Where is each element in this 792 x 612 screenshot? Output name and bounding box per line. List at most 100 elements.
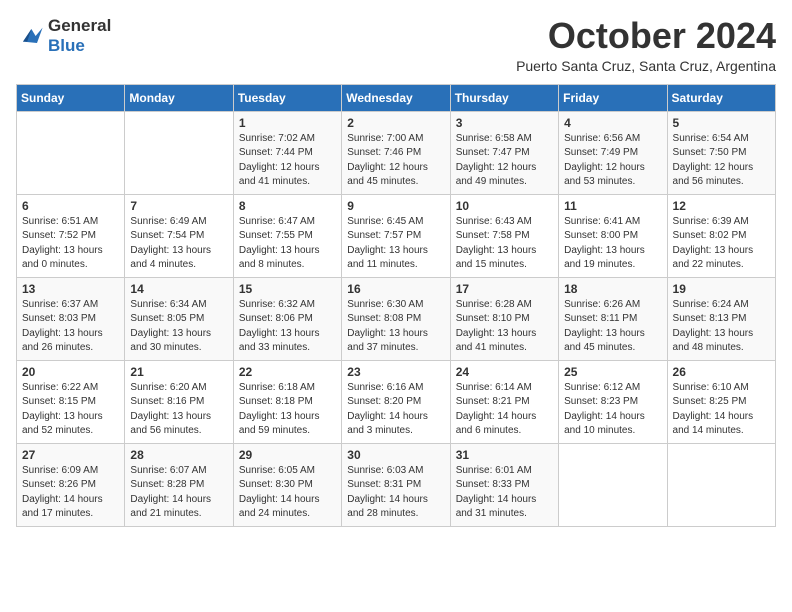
day-number: 12: [673, 199, 770, 213]
calendar-cell: 12Sunrise: 6:39 AM Sunset: 8:02 PM Dayli…: [667, 194, 775, 277]
calendar-cell: 2 Sunrise: 7:00 AM Sunset: 7:46 PM Daylig…: [342, 111, 450, 194]
day-number: 2: [347, 116, 444, 130]
day-info: Sunrise: 6:09 AM Sunset: 8:26 PM Dayligh…: [22, 464, 119, 522]
day-number: 4: [564, 116, 661, 130]
day-number: 23: [347, 365, 444, 379]
day-info: Sunrise: 7:00 AM Sunset: 7:46 PM Dayligh…: [347, 132, 444, 190]
calendar-cell: 6Sunrise: 6:51 AM Sunset: 7:52 PM Daylig…: [17, 194, 125, 277]
day-info: Sunrise: 6:37 AM Sunset: 8:03 PM Dayligh…: [22, 298, 119, 356]
day-number: 17: [456, 282, 553, 296]
day-number: 22: [239, 365, 336, 379]
day-info: Sunrise: 6:22 AM Sunset: 8:15 PM Dayligh…: [22, 381, 119, 439]
day-info: Sunrise: 6:10 AM Sunset: 8:25 PM Dayligh…: [673, 381, 770, 439]
weekday-header-sunday: Sunday: [17, 84, 125, 111]
day-number: 24: [456, 365, 553, 379]
day-info: Sunrise: 6:18 AM Sunset: 8:18 PM Dayligh…: [239, 381, 336, 439]
day-info: Sunrise: 6:58 AM Sunset: 7:47 PM Dayligh…: [456, 132, 553, 190]
day-info: Sunrise: 6:51 AM Sunset: 7:52 PM Dayligh…: [22, 215, 119, 273]
calendar-cell: 18 Sunrise: 6:26 AM Sunset: 8:11 PM Dayli…: [559, 277, 667, 360]
day-info: Sunrise: 6:34 AM Sunset: 8:05 PM Dayligh…: [130, 298, 227, 356]
weekday-header-tuesday: Tuesday: [233, 84, 341, 111]
title-block: October 2024 Puerto Santa Cruz, Santa Cr…: [516, 16, 776, 74]
day-number: 11: [564, 199, 661, 213]
calendar-cell: [17, 111, 125, 194]
day-info: Sunrise: 6:01 AM Sunset: 8:33 PM Dayligh…: [456, 464, 553, 522]
day-info: Sunrise: 6:07 AM Sunset: 8:28 PM Dayligh…: [130, 464, 227, 522]
calendar-week-3: 13 Sunrise: 6:37 AM Sunset: 8:03 PM Dayli…: [17, 277, 776, 360]
day-number: 27: [22, 448, 119, 462]
calendar-week-1: 1Sunrise: 7:02 AM Sunset: 7:44 PM Daylig…: [17, 111, 776, 194]
day-number: 19: [673, 282, 770, 296]
day-number: 21: [130, 365, 227, 379]
calendar-cell: 1Sunrise: 7:02 AM Sunset: 7:44 PM Daylig…: [233, 111, 341, 194]
calendar-cell: 5 Sunrise: 6:54 AM Sunset: 7:50 PM Daylig…: [667, 111, 775, 194]
weekday-header-thursday: Thursday: [450, 84, 558, 111]
day-info: Sunrise: 6:54 AM Sunset: 7:50 PM Dayligh…: [673, 132, 770, 190]
day-number: 13: [22, 282, 119, 296]
day-number: 25: [564, 365, 661, 379]
day-info: Sunrise: 6:05 AM Sunset: 8:30 PM Dayligh…: [239, 464, 336, 522]
calendar-cell: 13 Sunrise: 6:37 AM Sunset: 8:03 PM Dayli…: [17, 277, 125, 360]
page-header: General Blue October 2024 Puerto Santa C…: [16, 16, 776, 74]
day-info: Sunrise: 6:20 AM Sunset: 8:16 PM Dayligh…: [130, 381, 227, 439]
weekday-header-wednesday: Wednesday: [342, 84, 450, 111]
day-number: 20: [22, 365, 119, 379]
calendar-cell: 30Sunrise: 6:03 AM Sunset: 8:31 PM Dayli…: [342, 443, 450, 526]
calendar-week-5: 27 Sunrise: 6:09 AM Sunset: 8:26 PM Dayli…: [17, 443, 776, 526]
calendar-cell: 11 Sunrise: 6:41 AM Sunset: 8:00 PM Dayli…: [559, 194, 667, 277]
calendar-cell: 15 Sunrise: 6:32 AM Sunset: 8:06 PM Dayli…: [233, 277, 341, 360]
calendar-cell: [125, 111, 233, 194]
day-info: Sunrise: 6:45 AM Sunset: 7:57 PM Dayligh…: [347, 215, 444, 273]
day-number: 3: [456, 116, 553, 130]
calendar-cell: 10Sunrise: 6:43 AM Sunset: 7:58 PM Dayli…: [450, 194, 558, 277]
day-number: 7: [130, 199, 227, 213]
day-number: 18: [564, 282, 661, 296]
day-number: 26: [673, 365, 770, 379]
day-info: Sunrise: 6:26 AM Sunset: 8:11 PM Dayligh…: [564, 298, 661, 356]
calendar-cell: 19 Sunrise: 6:24 AM Sunset: 8:13 PM Dayli…: [667, 277, 775, 360]
logo: General Blue: [16, 16, 111, 55]
weekday-header-row: SundayMondayTuesdayWednesdayThursdayFrid…: [17, 84, 776, 111]
calendar-cell: 20 Sunrise: 6:22 AM Sunset: 8:15 PM Dayli…: [17, 360, 125, 443]
calendar-cell: [667, 443, 775, 526]
weekday-header-friday: Friday: [559, 84, 667, 111]
day-number: 10: [456, 199, 553, 213]
calendar-cell: 28Sunrise: 6:07 AM Sunset: 8:28 PM Dayli…: [125, 443, 233, 526]
month-title: October 2024: [516, 16, 776, 56]
day-number: 5: [673, 116, 770, 130]
calendar-cell: 27 Sunrise: 6:09 AM Sunset: 8:26 PM Dayli…: [17, 443, 125, 526]
day-info: Sunrise: 6:03 AM Sunset: 8:31 PM Dayligh…: [347, 464, 444, 522]
day-info: Sunrise: 6:56 AM Sunset: 7:49 PM Dayligh…: [564, 132, 661, 190]
calendar-week-2: 6Sunrise: 6:51 AM Sunset: 7:52 PM Daylig…: [17, 194, 776, 277]
day-info: Sunrise: 6:14 AM Sunset: 8:21 PM Dayligh…: [456, 381, 553, 439]
day-info: Sunrise: 6:41 AM Sunset: 8:00 PM Dayligh…: [564, 215, 661, 273]
day-number: 29: [239, 448, 336, 462]
day-number: 15: [239, 282, 336, 296]
weekday-header-saturday: Saturday: [667, 84, 775, 111]
logo-text: General Blue: [48, 16, 111, 55]
day-info: Sunrise: 6:12 AM Sunset: 8:23 PM Dayligh…: [564, 381, 661, 439]
calendar-cell: 29 Sunrise: 6:05 AM Sunset: 8:30 PM Dayli…: [233, 443, 341, 526]
calendar-cell: 3 Sunrise: 6:58 AM Sunset: 7:47 PM Daylig…: [450, 111, 558, 194]
weekday-header-monday: Monday: [125, 84, 233, 111]
day-number: 1: [239, 116, 336, 130]
location-subtitle: Puerto Santa Cruz, Santa Cruz, Argentina: [516, 58, 776, 74]
day-info: Sunrise: 6:16 AM Sunset: 8:20 PM Dayligh…: [347, 381, 444, 439]
calendar-cell: 22 Sunrise: 6:18 AM Sunset: 8:18 PM Dayli…: [233, 360, 341, 443]
day-info: Sunrise: 6:32 AM Sunset: 8:06 PM Dayligh…: [239, 298, 336, 356]
calendar-cell: 14Sunrise: 6:34 AM Sunset: 8:05 PM Dayli…: [125, 277, 233, 360]
calendar-week-4: 20 Sunrise: 6:22 AM Sunset: 8:15 PM Dayli…: [17, 360, 776, 443]
day-info: Sunrise: 6:24 AM Sunset: 8:13 PM Dayligh…: [673, 298, 770, 356]
day-info: Sunrise: 6:28 AM Sunset: 8:10 PM Dayligh…: [456, 298, 553, 356]
calendar-cell: 9Sunrise: 6:45 AM Sunset: 7:57 PM Daylig…: [342, 194, 450, 277]
calendar-cell: 21 Sunrise: 6:20 AM Sunset: 8:16 PM Dayli…: [125, 360, 233, 443]
calendar-cell: 4 Sunrise: 6:56 AM Sunset: 7:49 PM Daylig…: [559, 111, 667, 194]
day-info: Sunrise: 6:47 AM Sunset: 7:55 PM Dayligh…: [239, 215, 336, 273]
calendar-cell: 17 Sunrise: 6:28 AM Sunset: 8:10 PM Dayli…: [450, 277, 558, 360]
calendar-cell: 8Sunrise: 6:47 AM Sunset: 7:55 PM Daylig…: [233, 194, 341, 277]
calendar-cell: 23 Sunrise: 6:16 AM Sunset: 8:20 PM Dayli…: [342, 360, 450, 443]
logo-bird-icon: [16, 22, 44, 50]
calendar-cell: 31Sunrise: 6:01 AM Sunset: 8:33 PM Dayli…: [450, 443, 558, 526]
day-info: Sunrise: 6:49 AM Sunset: 7:54 PM Dayligh…: [130, 215, 227, 273]
day-number: 16: [347, 282, 444, 296]
